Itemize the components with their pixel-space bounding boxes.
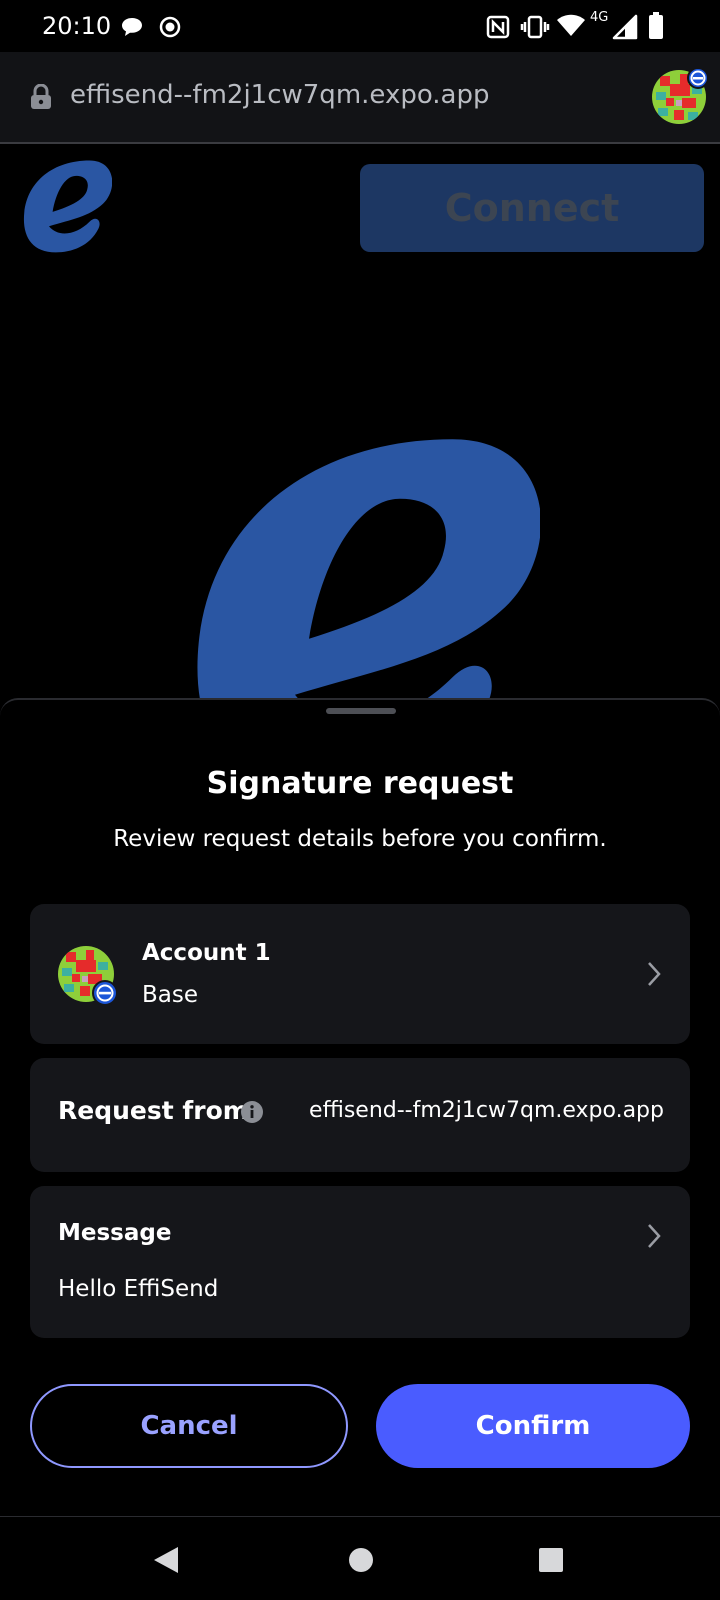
sheet-grabber[interactable] [326,708,396,714]
network-type: 4G [590,10,609,25]
lock-icon [31,84,51,109]
cancel-button[interactable]: Cancel [30,1384,348,1468]
signature-request-sheet: Signature request Review request details… [0,698,720,1516]
request-from-value: effisend--fm2j1cw7qm.expo.app [309,1098,664,1123]
account-name: Account 1 [142,940,271,966]
request-from-label: Request from [58,1096,249,1125]
message-text: Hello EffiSend [58,1276,219,1302]
vibrate-icon [520,15,550,39]
account-network: Base [142,982,199,1008]
message-card[interactable]: Message Hello EffiSend [30,1186,690,1338]
account-avatar-icon [58,946,118,1006]
wallet-avatar-icon[interactable] [652,68,708,124]
sheet-title: Signature request [206,766,514,801]
request-from-card: Request from effisend--fm2j1cw7qm.expo.a… [30,1058,690,1172]
info-icon[interactable] [240,1100,264,1124]
signal-icon [612,14,638,40]
connect-button[interactable]: Connect [360,164,704,252]
status-time: 20:10 [42,12,112,40]
account-card[interactable]: Account 1 Base [30,904,690,1044]
wifi-icon [557,14,585,36]
battery-icon [649,12,663,39]
home-icon[interactable] [348,1547,374,1573]
browser-url-bar[interactable]: effisend--fm2j1cw7qm.expo.app [0,52,720,144]
status-bar: 20:10 4G [0,0,720,52]
sheet-subtitle: Review request details before you confir… [113,826,607,852]
chevron-right-icon[interactable] [646,1222,662,1250]
url-text[interactable]: effisend--fm2j1cw7qm.expo.app [70,80,490,110]
recents-icon[interactable] [538,1547,564,1573]
page-background: Connect [0,146,720,700]
message-label: Message [58,1220,172,1246]
nfc-icon [486,15,510,39]
back-icon[interactable] [152,1545,180,1575]
effisend-large-logo-icon [197,439,540,700]
confirm-button[interactable]: Confirm [376,1384,690,1468]
record-icon [159,16,181,38]
system-navigation-bar [0,1516,720,1600]
chat-bubble-icon [122,18,142,36]
chevron-right-icon[interactable] [646,960,662,988]
effisend-logo-icon [23,160,112,253]
